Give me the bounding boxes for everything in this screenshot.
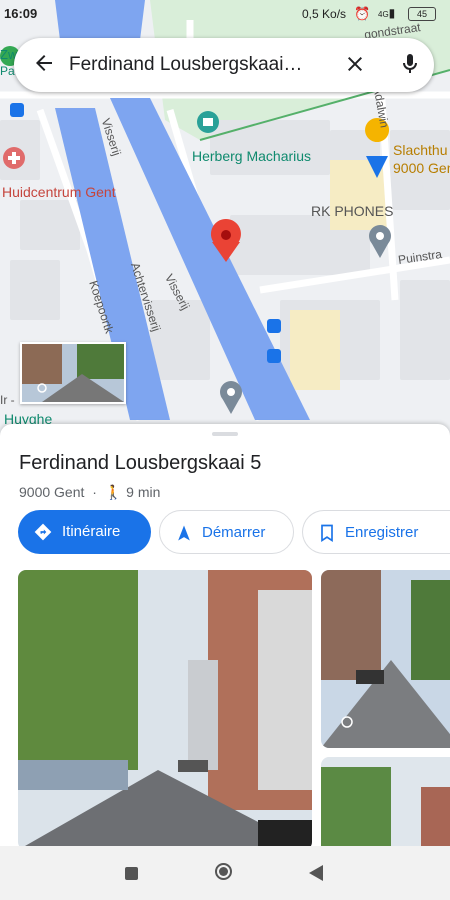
map-label-ir: Ir - (0, 393, 15, 407)
save-button[interactable]: Enregistrer (302, 510, 450, 554)
status-speed: 0,5 Ko/s (302, 7, 347, 21)
map-label-herberg[interactable]: Herberg Macharius (192, 148, 311, 164)
map-label-slachthuis-sub: 9000 Gen (393, 160, 450, 176)
separator-dot: · (92, 484, 97, 500)
walk-icon: 🚶 (104, 484, 123, 500)
itinerary-button[interactable]: Itinéraire (18, 510, 151, 554)
back-button-icon[interactable] (309, 865, 323, 881)
map-label-pa: Pa (0, 64, 15, 78)
close-icon[interactable] (343, 52, 367, 76)
start-label: Démarrer (202, 524, 266, 541)
place-city: 9000 Gent (19, 484, 85, 500)
street-photo-main[interactable] (18, 570, 312, 846)
street-photo-tertiary[interactable] (321, 757, 450, 846)
microphone-icon[interactable] (398, 51, 422, 77)
place-subtitle: 9000 Gent · 🚶 9 min (19, 484, 160, 501)
recents-button[interactable] (125, 867, 138, 880)
home-button[interactable] (215, 863, 232, 880)
map-label-rk-phones[interactable]: RK PHONES (311, 203, 393, 219)
search-bar[interactable]: Ferdinand Lousbergskaai… (14, 38, 434, 92)
building-yellow (330, 160, 390, 230)
status-bar: 16:09 0,5 Ko/s ⏰ 4G▮ 45 (0, 0, 450, 28)
place-bottom-sheet[interactable]: Ferdinand Lousbergskaai 5 9000 Gent · 🚶 … (0, 424, 450, 846)
map-label-slachthuis[interactable]: Slachthu (393, 142, 447, 158)
itinerary-label: Itinéraire (62, 523, 121, 540)
network-type: 4G (378, 10, 389, 19)
walk-time: 9 min (126, 484, 161, 500)
system-navigation-bar (0, 846, 450, 900)
search-query[interactable]: Ferdinand Lousbergskaai… (69, 54, 333, 76)
place-title: Ferdinand Lousbergskaai 5 (19, 452, 262, 474)
signal-icon: 4G▮ (378, 6, 396, 20)
battery-level: 45 (416, 9, 427, 19)
status-time: 16:09 (4, 6, 38, 21)
directions-icon (34, 523, 52, 541)
alarm-icon: ⏰ (354, 6, 371, 21)
save-label: Enregistrer (345, 524, 419, 541)
start-button[interactable]: Démarrer (159, 510, 294, 554)
bookmark-icon (321, 524, 333, 543)
back-arrow-icon[interactable] (32, 51, 56, 75)
street-photo-secondary[interactable] (321, 570, 450, 748)
navigation-arrow-icon (178, 525, 190, 541)
battery-icon: 45 (408, 7, 436, 21)
map-label-huidcentrum[interactable]: Huidcentrum Gent (2, 184, 116, 200)
drag-handle[interactable] (212, 432, 238, 436)
street-view-thumbnail[interactable] (20, 342, 126, 404)
